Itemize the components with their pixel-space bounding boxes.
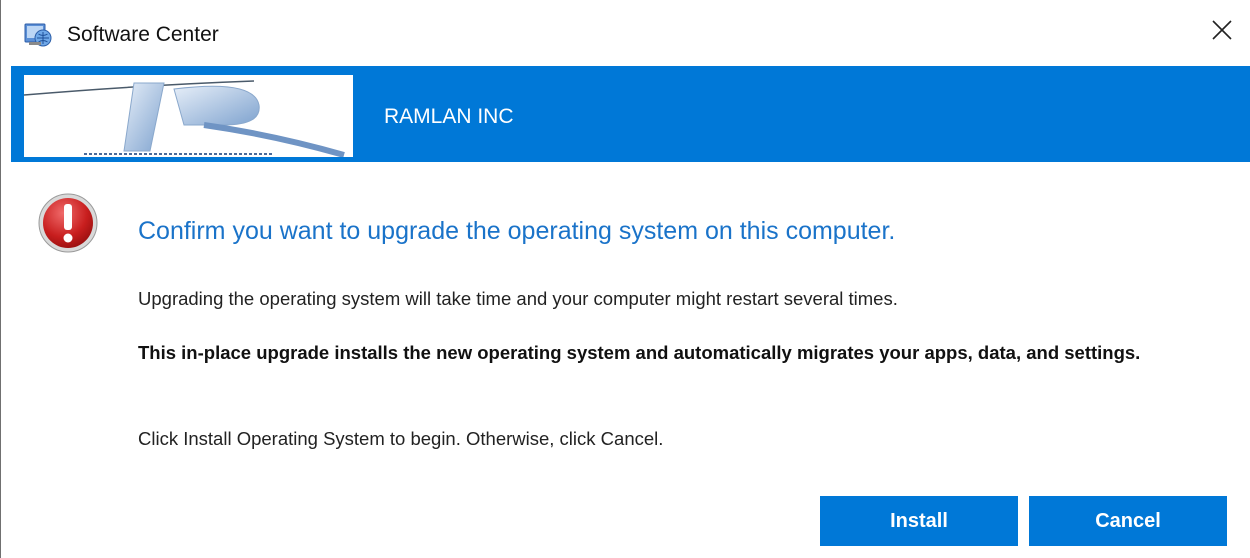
software-center-dialog: Software Center RAMLAN INC Confirm you w… — [0, 0, 1250, 558]
organization-banner: RAMLAN INC — [11, 66, 1250, 162]
company-logo — [23, 75, 353, 158]
instruction-text: Click Install Operating System to begin.… — [138, 428, 664, 449]
close-icon — [1211, 19, 1233, 46]
window-title: Software Center — [67, 23, 219, 46]
in-place-upgrade-text: This in-place upgrade installs the new o… — [138, 342, 1141, 363]
organization-name: RAMLAN INC — [384, 105, 514, 128]
error-alert-icon — [37, 192, 99, 254]
dialog-heading: Confirm you want to upgrade the operatin… — [138, 217, 896, 245]
close-button[interactable] — [1194, 6, 1250, 58]
upgrade-info-text: Upgrading the operating system will take… — [138, 288, 898, 309]
install-button[interactable]: Install — [820, 496, 1018, 546]
cancel-button[interactable]: Cancel — [1029, 496, 1227, 546]
software-center-icon — [23, 20, 53, 50]
title-bar: Software Center — [1, 0, 1250, 66]
dialog-content: Confirm you want to upgrade the operatin… — [1, 162, 1250, 558]
